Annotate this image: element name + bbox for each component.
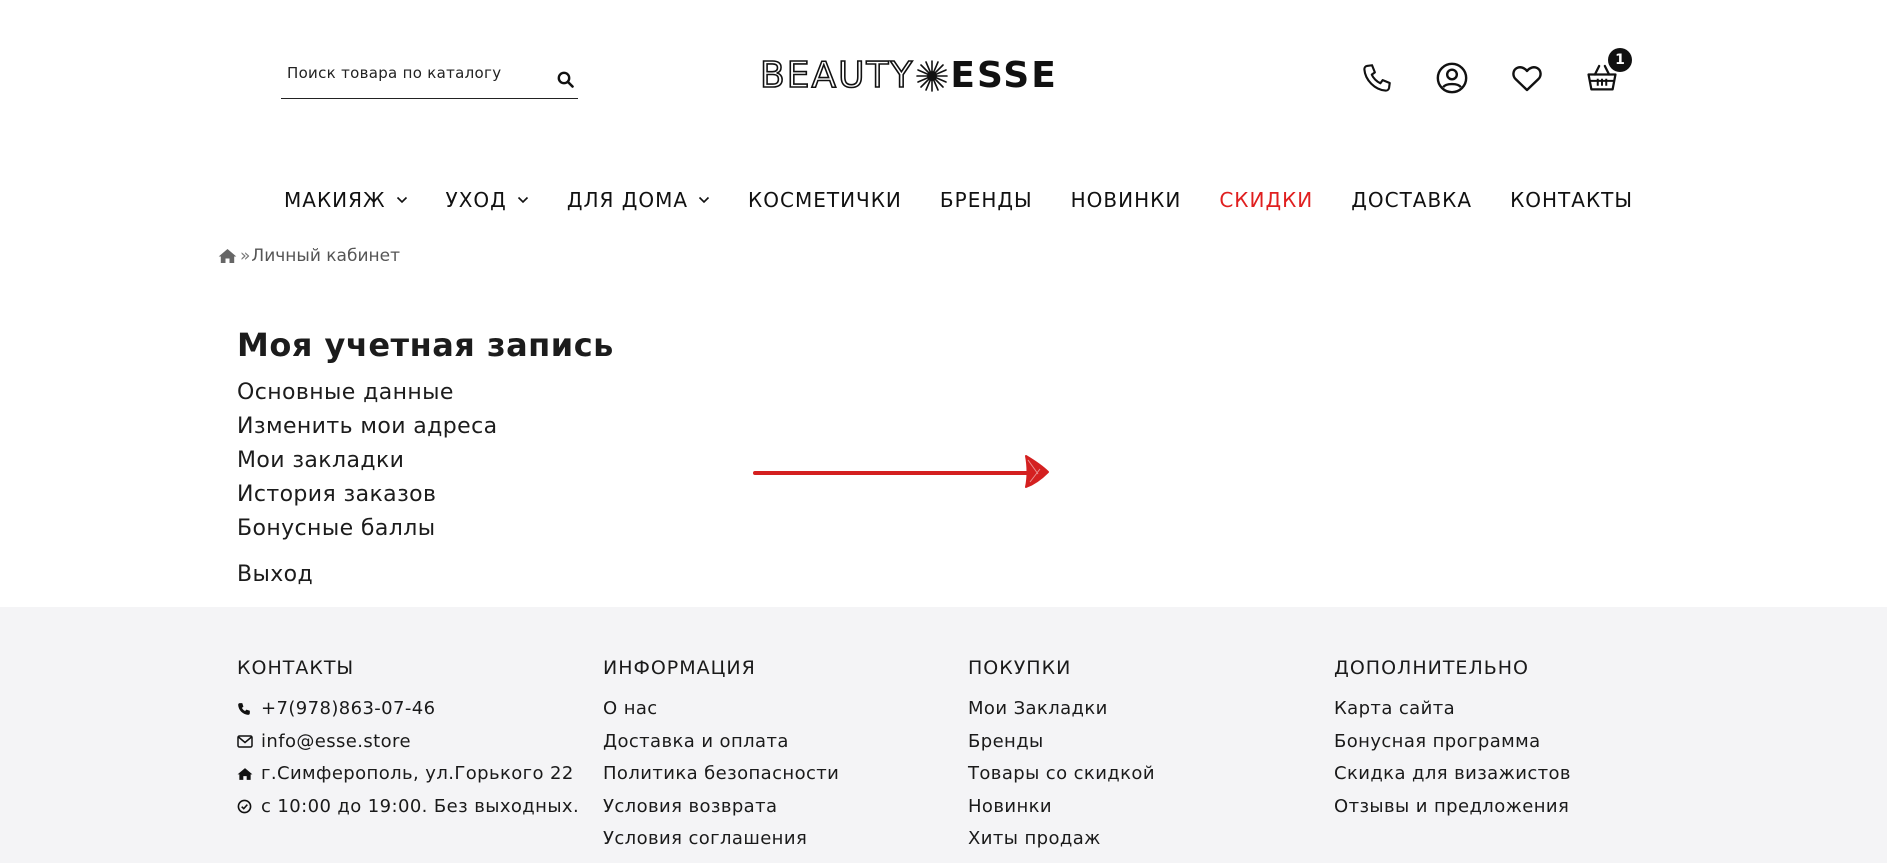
contact-phone-text: +7(978)863-07-46 — [261, 698, 436, 719]
footer-link-bookmarks[interactable]: Мои Закладки — [968, 693, 1155, 726]
footer-link-brands[interactable]: Бренды — [968, 726, 1155, 759]
footer-link-makeup-artist-discount[interactable]: Скидка для визажистов — [1334, 758, 1571, 791]
envelope-icon — [237, 735, 257, 748]
footer-link-bonus-program[interactable]: Бонусная программа — [1334, 726, 1571, 759]
contact-hours-text: с 10:00 до 19:00. Без выходных. — [261, 795, 580, 817]
footer-column-purchases: ПОКУПКИ Мои Закладки Бренды Товары со ск… — [968, 657, 1155, 856]
chevron-down-icon — [517, 196, 529, 204]
search-input[interactable] — [287, 64, 537, 82]
footer-column-title: ПОКУПКИ — [968, 657, 1072, 679]
account-link-bookmarks[interactable]: Мои закладки — [237, 444, 614, 478]
footer-link-new[interactable]: Новинки — [968, 791, 1155, 824]
footer-column-title: ИНФОРМАЦИЯ — [603, 657, 756, 679]
footer-link-about[interactable]: О нас — [603, 693, 839, 726]
clock-check-icon — [237, 799, 257, 814]
breadcrumb-separator: » — [240, 246, 251, 266]
search-icon — [557, 71, 574, 88]
nav-item-brands[interactable]: БРЕНДЫ — [940, 188, 1033, 212]
nav-item-cosmetic-bags[interactable]: КОСМЕТИЧКИ — [748, 188, 902, 212]
footer-link-privacy[interactable]: Политика безопасности — [603, 758, 839, 791]
account-button[interactable] — [1432, 58, 1472, 98]
footer-link-delivery-payment[interactable]: Доставка и оплата — [603, 726, 839, 759]
footer-link-terms[interactable]: Условия соглашения — [603, 823, 839, 856]
footer-column-extra: ДОПОЛНИТЕЛЬНО Карта сайта Бонусная прогр… — [1334, 657, 1571, 823]
home-icon — [237, 767, 257, 781]
nav-item-label: УХОД — [445, 188, 507, 212]
account-link-profile[interactable]: Основные данные — [237, 376, 614, 410]
phone-button[interactable] — [1357, 58, 1397, 98]
contact-phone[interactable]: +7(978)863-07-46 — [237, 693, 579, 726]
chevron-down-icon — [396, 196, 408, 204]
account-link-order-history[interactable]: История заказов — [237, 478, 614, 512]
breadcrumb-current: Личный кабинет — [251, 246, 400, 266]
search-bar — [281, 56, 578, 99]
nav-item-delivery[interactable]: ДОСТАВКА — [1351, 188, 1472, 212]
nav-item-label: ДЛЯ ДОМА — [566, 188, 689, 212]
footer-column-contacts: КОНТАКТЫ +7(978)863-07-46 info@esse.stor… — [237, 657, 579, 823]
chevron-down-icon — [698, 196, 710, 204]
footer-link-bestsellers[interactable]: Хиты продаж — [968, 823, 1155, 856]
nav-item-home[interactable]: ДЛЯ ДОМА — [567, 188, 710, 212]
footer-link-returns[interactable]: Условия возврата — [603, 791, 839, 824]
page-title: Моя учетная запись — [237, 326, 614, 364]
star-icon — [915, 59, 949, 93]
user-icon — [1436, 62, 1468, 94]
logo-text-beauty: BEAUTY — [759, 55, 915, 96]
footer-column-info: ИНФОРМАЦИЯ О нас Доставка и оплата Полит… — [603, 657, 839, 856]
red-arrow-annotation — [753, 455, 1049, 488]
contact-address: г.Симферополь, ул.Горького 22 — [237, 758, 579, 791]
account-link-addresses[interactable]: Изменить мои адреса — [237, 410, 614, 444]
contact-hours: с 10:00 до 19:00. Без выходных. — [237, 791, 579, 824]
main-nav: МАКИЯЖ УХОД ДЛЯ ДОМА КОСМЕТИЧКИ БРЕНДЫ Н… — [284, 188, 1671, 212]
heart-icon — [1512, 66, 1542, 92]
contact-email[interactable]: info@esse.store — [237, 726, 579, 759]
footer-link-sitemap[interactable]: Карта сайта — [1334, 693, 1571, 726]
footer-link-discounted[interactable]: Товары со скидкой — [968, 758, 1155, 791]
logo[interactable]: BEAUTY ESSE — [759, 55, 1058, 96]
account-link-bonus-points[interactable]: Бонусные баллы — [237, 512, 614, 546]
logo-text-esse: ESSE — [950, 55, 1058, 96]
nav-item-care[interactable]: УХОД — [446, 188, 529, 212]
contact-address-text: г.Симферополь, ул.Горького 22 — [261, 763, 574, 784]
contact-email-text: info@esse.store — [261, 730, 411, 752]
footer-link-reviews[interactable]: Отзывы и предложения — [1334, 791, 1571, 824]
account-menu: Моя учетная запись Основные данные Измен… — [237, 326, 614, 592]
phone-icon — [237, 702, 257, 716]
nav-item-makeup[interactable]: МАКИЯЖ — [284, 188, 408, 212]
nav-item-contacts[interactable]: КОНТАКТЫ — [1510, 188, 1633, 212]
wishlist-button[interactable] — [1507, 58, 1547, 98]
header-actions: 1 — [1357, 48, 1657, 98]
nav-item-new[interactable]: НОВИНКИ — [1071, 188, 1182, 212]
home-icon[interactable] — [218, 248, 237, 264]
logout-link[interactable]: Выход — [237, 558, 614, 592]
footer: КОНТАКТЫ +7(978)863-07-46 info@esse.stor… — [0, 607, 1887, 863]
cart-button[interactable]: 1 — [1582, 48, 1632, 98]
phone-icon — [1363, 64, 1391, 92]
search-button[interactable] — [552, 66, 578, 92]
footer-column-title: КОНТАКТЫ — [237, 657, 355, 679]
nav-item-label: МАКИЯЖ — [284, 188, 386, 212]
breadcrumb: » Личный кабинет — [218, 246, 400, 266]
nav-item-sale[interactable]: СКИДКИ — [1219, 188, 1313, 212]
footer-column-title: ДОПОЛНИТЕЛЬНО — [1334, 657, 1530, 679]
cart-count-badge: 1 — [1608, 48, 1632, 72]
